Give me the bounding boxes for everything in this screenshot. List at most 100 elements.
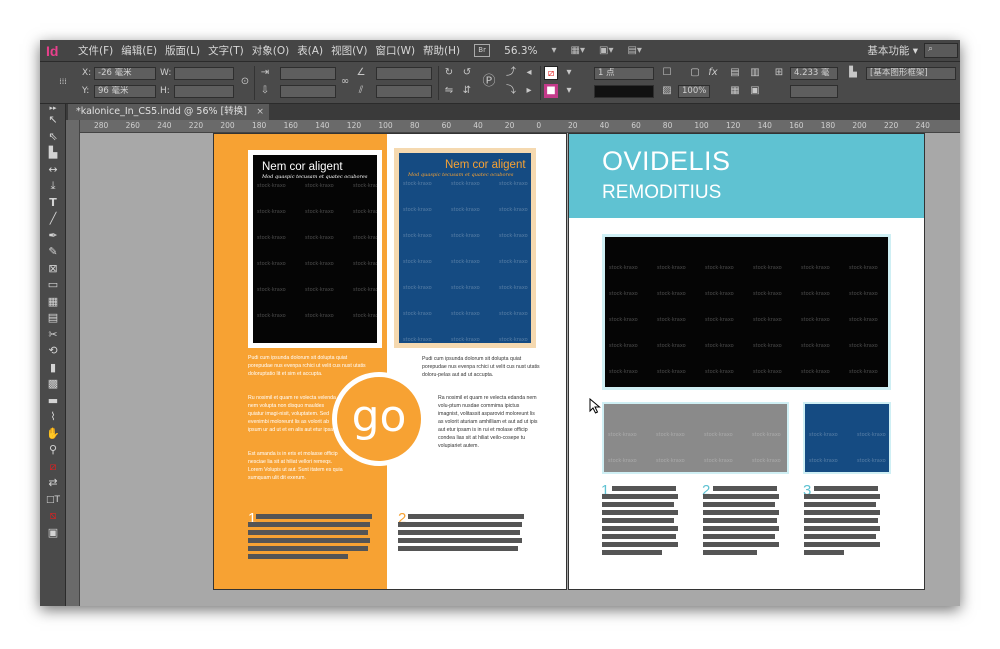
drop-shadow-icon[interactable]: ▢ (688, 66, 702, 80)
photo-frame-gray[interactable]: stock·kraxo stock·kraxo stock·kraxo stock·k… (602, 402, 789, 474)
stroke-type-field[interactable] (594, 85, 654, 98)
select-container-icon[interactable]: ⤴ (504, 66, 518, 80)
select-next-icon[interactable]: ▸ (522, 84, 536, 98)
stroke-dropdown-icon[interactable]: ▾ (562, 84, 576, 98)
view-options-icon[interactable]: ▦▾ (571, 45, 585, 56)
chevron-down-icon[interactable]: ▾ (552, 45, 557, 56)
watermark-text: stock·kraxo (451, 207, 480, 213)
flip-h-icon[interactable]: ⇋ (442, 84, 456, 98)
constrain-proportions-icon[interactable]: ⊙ (238, 75, 252, 89)
panel-collapse-icon[interactable]: ▸▸ (40, 104, 66, 112)
rotate-cw-icon[interactable]: ↻ (442, 66, 456, 80)
menu-table[interactable]: 表(A) (297, 43, 323, 58)
watermark-text: stock·kraxo (257, 287, 286, 293)
dimension-field[interactable]: 4.233 毫 (790, 67, 838, 80)
paragraph-icon[interactable]: Ⓟ (482, 75, 496, 89)
pen-tool-icon[interactable]: ✒ (40, 228, 66, 245)
grid-tool-icon[interactable]: ▤ (40, 310, 66, 327)
selection-tool-icon[interactable]: ↖ (40, 112, 66, 129)
fill-stroke-icon[interactable]: ⧄ (40, 459, 66, 476)
document-tab[interactable]: *kalonice_In_CS5.indd @ 56% [转换] × (68, 104, 269, 120)
y-field[interactable]: 96 毫米 (94, 85, 156, 98)
formatting-affects-icon[interactable]: □T (40, 492, 66, 509)
stroke-swatch-icon[interactable]: ■ (544, 84, 558, 98)
photo-frame-blue-small[interactable]: stock·kraxo stock·kraxo stock·kraxo stock·k… (803, 402, 891, 474)
scale-y-field[interactable] (280, 85, 336, 98)
screen-mode-icon[interactable]: ▣▾ (599, 45, 613, 56)
arrange-documents-icon[interactable]: ▤▾ (627, 45, 641, 56)
shear-field[interactable] (376, 85, 432, 98)
swap-fill-stroke-icon[interactable]: ⇄ (40, 475, 66, 492)
x-field[interactable]: -26 毫米 (94, 67, 156, 80)
rotate-ccw-icon[interactable]: ↺ (460, 66, 474, 80)
text-wrap-2-icon[interactable]: ▦ (728, 84, 742, 98)
free-transform-tool-icon[interactable]: ⟲ (40, 343, 66, 360)
effects-icon[interactable]: fx (706, 66, 720, 80)
gap-tool-icon[interactable]: ↔ (40, 162, 66, 179)
text-wrap-icon[interactable]: ▤ (728, 66, 742, 80)
menu-window[interactable]: 窗口(W) (375, 43, 415, 58)
view-mode-icon[interactable]: ▣ (40, 525, 66, 542)
fit-frame-icon[interactable]: ⊞ (772, 66, 786, 80)
pencil-tool-icon[interactable]: ✎ (40, 244, 66, 261)
horizontal-ruler[interactable]: 280 260 240 220 200 180 160 140 120 100 80 60 40 20 0 2… (80, 120, 960, 133)
note-tool-icon[interactable]: ▬ (40, 393, 66, 410)
right-page[interactable]: OVIDELIS REMODITIUS stock·kraxo stock·kra… (568, 133, 925, 590)
content-collector-icon[interactable]: ⤓ (40, 178, 66, 195)
photo-subtitle: Mod quaspic tecusam et quatec ocubores (408, 172, 514, 178)
w-field[interactable] (174, 67, 234, 80)
search-input[interactable]: ⌕ (924, 43, 958, 58)
h-field[interactable] (174, 85, 234, 98)
menu-edit[interactable]: 编辑(E) (121, 43, 157, 58)
scale-x-field[interactable] (280, 67, 336, 80)
rectangle-frame-tool-icon[interactable]: ⊠ (40, 261, 66, 278)
align-icon[interactable]: ▥ (748, 66, 762, 80)
left-page[interactable]: Nem cor aligent Mod quaspic tecusam et q… (213, 133, 567, 590)
page-tool-icon[interactable]: ▙ (40, 145, 66, 162)
text-bar (804, 510, 880, 515)
bridge-button[interactable]: Br (474, 44, 491, 57)
close-icon[interactable]: × (256, 104, 264, 120)
gradient-swatch-tool-icon[interactable]: ▮ (40, 360, 66, 377)
menu-file[interactable]: 文件(F) (78, 43, 113, 58)
menu-layout[interactable]: 版面(L) (165, 43, 200, 58)
hand-tool-icon[interactable]: ✋ (40, 426, 66, 443)
distribute-icon[interactable]: ▣ (748, 84, 762, 98)
line-tool-icon[interactable]: ╱ (40, 211, 66, 228)
table-tool-icon[interactable]: ▦ (40, 294, 66, 311)
photo-frame-black-wide[interactable]: stock·kraxo stock·kraxo stock·kraxo stock·k… (602, 234, 891, 390)
rotate-field[interactable] (376, 67, 432, 80)
zoom-tool-icon[interactable]: ⚲ (40, 442, 66, 459)
eyedropper-tool-icon[interactable]: ⌇ (40, 409, 66, 426)
object-style-icon[interactable]: ▙ (846, 66, 860, 80)
select-previous-icon[interactable]: ◂ (522, 66, 536, 80)
menu-object[interactable]: 对象(O) (252, 43, 289, 58)
fill-none-icon[interactable]: ⧄ (544, 66, 558, 80)
stroke-weight-field[interactable]: 1 点 (594, 67, 654, 80)
reference-point-icon[interactable]: ⁞⁞⁞ (56, 75, 70, 89)
pasteboard[interactable]: Nem cor aligent Mod quaspic tecusam et q… (80, 133, 960, 606)
photo-frame-black[interactable]: Nem cor aligent Mod quaspic tecusam et q… (248, 150, 382, 348)
photo-frame-blue[interactable]: Nem cor aligent Mod quaspic tecusam et q… (394, 148, 536, 348)
rectangle-tool-icon[interactable]: ▭ (40, 277, 66, 294)
corner-field[interactable] (790, 85, 838, 98)
flip-v-icon[interactable]: ⇵ (460, 84, 474, 98)
gradient-feather-tool-icon[interactable]: ▩ (40, 376, 66, 393)
frame-icon[interactable]: ☐ (660, 66, 674, 80)
object-style-field[interactable]: [基本图形框架] (866, 67, 956, 80)
opacity-field[interactable]: 100% (678, 85, 710, 98)
menu-help[interactable]: 帮助(H) (423, 43, 460, 58)
scissors-tool-icon[interactable]: ✂ (40, 327, 66, 344)
type-tool-icon[interactable]: T (40, 195, 66, 212)
link-icon[interactable]: ∞ (338, 75, 352, 89)
menu-type[interactable]: 文字(T) (208, 43, 244, 58)
workspace-switcher[interactable]: 基本功能 ▾ (867, 43, 918, 58)
ruler-tick: 20 (504, 121, 515, 130)
apply-none-icon[interactable]: ⧅ (40, 508, 66, 525)
select-content-icon[interactable]: ⤵ (504, 84, 518, 98)
menu-view[interactable]: 视图(V) (331, 43, 367, 58)
direct-selection-tool-icon[interactable]: ⇖ (40, 129, 66, 146)
zoom-level[interactable]: 56.3% (504, 45, 537, 57)
fill-dropdown-icon[interactable]: ▾ (562, 66, 576, 80)
vertical-ruler[interactable] (66, 120, 80, 606)
